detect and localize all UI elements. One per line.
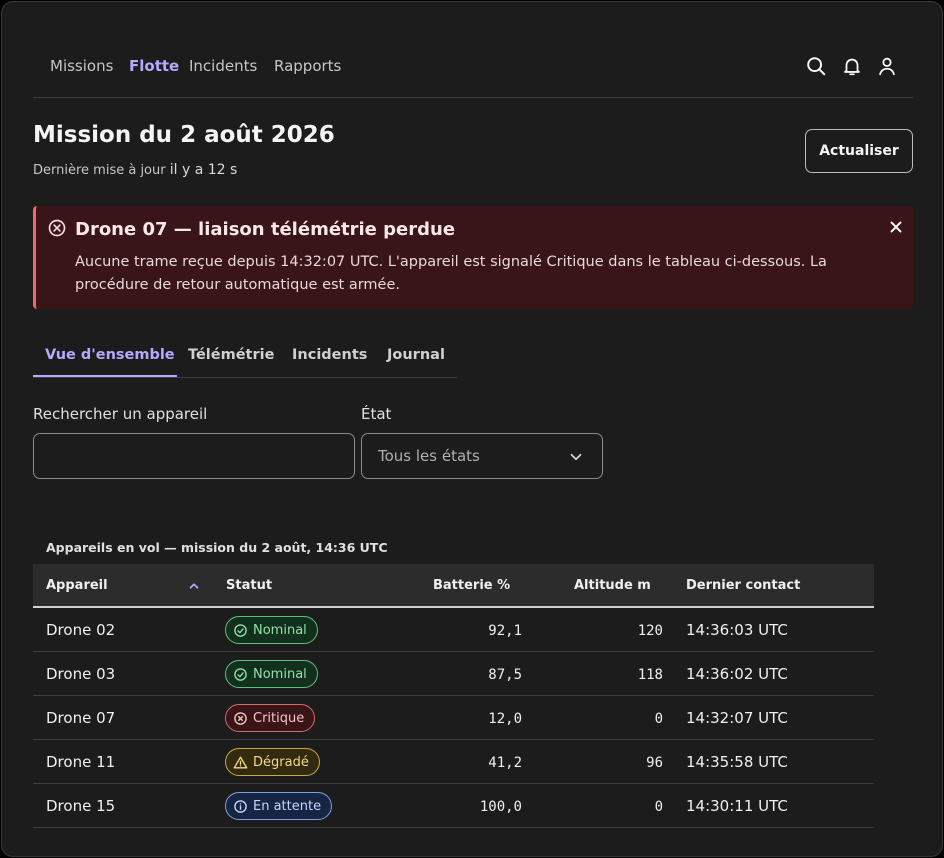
tab-active-indicator bbox=[33, 375, 177, 377]
last-contact-value: 14:36:03 UTC bbox=[686, 621, 788, 639]
tab-incidents[interactable]: Incidents bbox=[292, 347, 367, 363]
page-title: Mission du 2 août 2026 bbox=[33, 122, 335, 148]
column-header-battery[interactable]: Batterie % bbox=[433, 578, 510, 593]
alert-banner: Drone 07 — liaison télémétrie perdue Auc… bbox=[33, 206, 913, 309]
column-header-status[interactable]: Statut bbox=[226, 578, 272, 593]
bell-icon[interactable] bbox=[841, 55, 863, 77]
last-contact-value: 14:30:11 UTC bbox=[686, 797, 788, 815]
tab-journal[interactable]: Journal bbox=[387, 347, 445, 363]
altitude-value: 118 bbox=[637, 667, 663, 683]
check-circle-icon bbox=[234, 667, 247, 681]
nav-flotte[interactable]: Flotte bbox=[129, 57, 179, 75]
altitude-value: 0 bbox=[654, 799, 663, 815]
device-name: Drone 02 bbox=[46, 621, 116, 639]
info-circle-icon bbox=[234, 799, 247, 813]
state-label: État bbox=[361, 405, 392, 423]
status-label: Critique bbox=[253, 710, 305, 726]
tab-overview[interactable]: Vue d'ensemble bbox=[45, 347, 175, 363]
warning-triangle-icon bbox=[233, 756, 248, 768]
battery-value: 100,0 bbox=[479, 799, 522, 815]
last-contact-value: 14:36:02 UTC bbox=[686, 665, 788, 683]
battery-value: 12,0 bbox=[488, 711, 522, 727]
last-updated-value: il y a 12 s bbox=[169, 162, 238, 178]
altitude-value: 96 bbox=[646, 755, 663, 771]
status-badge: Dégradé bbox=[225, 748, 320, 776]
column-header-last-contact[interactable]: Dernier contact bbox=[686, 578, 800, 593]
chevron-down-icon bbox=[567, 448, 585, 466]
tab-telemetry[interactable]: Télémétrie bbox=[188, 347, 274, 363]
state-select[interactable]: Tous les états bbox=[361, 433, 603, 479]
status-badge: Critique bbox=[225, 704, 316, 732]
column-header-device[interactable]: Appareil bbox=[46, 578, 108, 593]
search-label: Rechercher un appareil bbox=[33, 405, 208, 423]
status-label: Dégradé bbox=[253, 754, 309, 770]
error-circle-icon bbox=[47, 218, 67, 238]
search-input[interactable] bbox=[33, 433, 355, 479]
table-row[interactable]: Drone 03 Nominal 87,5 118 14:36:02 UTC bbox=[33, 652, 874, 696]
nav-incidents[interactable]: Incidents bbox=[189, 57, 257, 75]
status-badge: Nominal bbox=[225, 616, 318, 644]
alert-title: Drone 07 — liaison télémétrie perdue bbox=[75, 219, 456, 240]
table-row[interactable]: Drone 15 En attente 100,0 0 14:30:11 UTC bbox=[33, 784, 874, 828]
app-window: Missions Flotte Incidents Rapports Missi… bbox=[1, 1, 943, 857]
device-name: Drone 03 bbox=[46, 665, 116, 683]
last-contact-value: 14:32:07 UTC bbox=[686, 709, 788, 727]
tab-bar: Vue d'ensemble Télémétrie Incidents Jour… bbox=[33, 338, 457, 378]
battery-value: 87,5 bbox=[488, 667, 522, 683]
battery-value: 92,1 bbox=[488, 623, 522, 639]
sort-ascending-icon[interactable] bbox=[187, 578, 201, 592]
altitude-value: 120 bbox=[637, 623, 663, 639]
state-select-value: Tous les états bbox=[378, 447, 480, 465]
last-updated: Dernière mise à jour il y a 12 s bbox=[33, 162, 237, 178]
close-icon[interactable] bbox=[887, 218, 905, 236]
error-circle-icon bbox=[234, 711, 247, 725]
table-row[interactable]: Drone 07 Critique 12,0 0 14:32:07 UTC bbox=[33, 696, 874, 740]
refresh-button[interactable]: Actualiser bbox=[805, 129, 913, 173]
table-header: Appareil Statut Batterie % Altitude m De… bbox=[33, 564, 874, 608]
alert-body: Aucune trame reçue depuis 14:32:07 UTC. … bbox=[75, 254, 827, 293]
nav-rapports[interactable]: Rapports bbox=[274, 57, 341, 75]
user-icon[interactable] bbox=[876, 55, 898, 77]
check-circle-icon bbox=[234, 623, 247, 637]
device-name: Drone 11 bbox=[46, 753, 116, 771]
device-name: Drone 15 bbox=[46, 797, 116, 815]
device-name: Drone 07 bbox=[46, 709, 116, 727]
table-caption: Appareils en vol — mission du 2 août, 14… bbox=[46, 540, 388, 555]
status-label: Nominal bbox=[253, 622, 307, 638]
table-row[interactable]: Drone 02 Nominal 92,1 120 14:36:03 UTC bbox=[33, 608, 874, 652]
status-label: En attente bbox=[253, 798, 322, 814]
nav-missions[interactable]: Missions bbox=[50, 57, 113, 75]
status-badge: En attente bbox=[225, 792, 333, 820]
table-row[interactable]: Drone 11 Dégradé 41,2 96 14:35:58 UTC bbox=[33, 740, 874, 784]
last-updated-label: Dernière mise à jour bbox=[33, 163, 166, 178]
battery-value: 41,2 bbox=[488, 755, 522, 771]
search-icon[interactable] bbox=[805, 55, 827, 77]
status-label: Nominal bbox=[253, 666, 307, 682]
altitude-value: 0 bbox=[654, 711, 663, 727]
status-badge: Nominal bbox=[225, 660, 318, 688]
column-header-altitude[interactable]: Altitude m bbox=[574, 578, 651, 593]
last-contact-value: 14:35:58 UTC bbox=[686, 753, 788, 771]
top-navigation: Missions Flotte Incidents Rapports bbox=[33, 46, 913, 98]
